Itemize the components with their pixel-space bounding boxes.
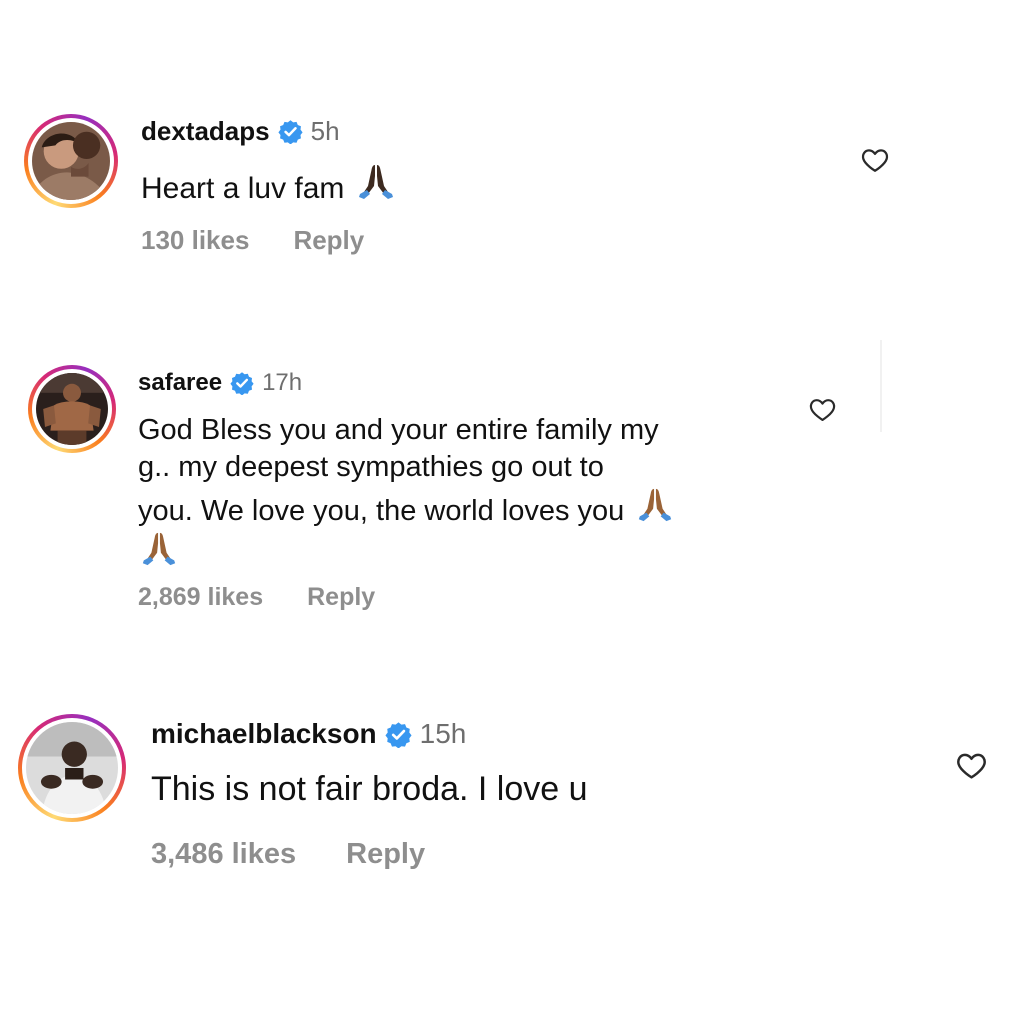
reply-button[interactable]: Reply	[307, 582, 375, 612]
avatar-photo	[32, 122, 110, 200]
comment-text: God Bless you and your entire family my …	[138, 412, 676, 574]
comment-text: Heart a luv fam	[141, 162, 398, 208]
comment-header: michaelblackson 15h	[151, 716, 466, 752]
heart-outline-icon[interactable]	[808, 395, 837, 424]
avatar[interactable]	[18, 714, 126, 822]
comment-meta: 130 likes Reply	[141, 224, 364, 256]
heart-outline-icon[interactable]	[860, 145, 890, 175]
comments-screenshot: dextadaps 5h Heart a luv fam 130 likes R…	[0, 0, 1024, 1024]
comment-header: dextadaps 5h	[141, 114, 340, 148]
avatar-photo	[36, 373, 108, 445]
comment-text-line: you. We love you, the world loves you	[138, 486, 676, 530]
avatar-photo	[26, 722, 118, 814]
comment-text-line: God Bless you and your entire family my	[138, 414, 659, 446]
verified-badge-icon	[278, 119, 303, 144]
comment-meta: 3,486 likes Reply	[151, 836, 425, 872]
verified-badge-icon	[230, 371, 254, 395]
comment-text-line: This is not fair broda. I love u	[151, 770, 588, 808]
comment-header: safaree 17h	[138, 368, 302, 398]
timestamp[interactable]: 17h	[262, 368, 302, 398]
comment-text-line	[138, 530, 676, 574]
verified-badge-icon	[385, 721, 412, 748]
heart-outline-icon[interactable]	[955, 749, 988, 782]
folded-hands-emoji-icon	[634, 486, 676, 524]
comment-text-line: Heart a luv fam	[141, 172, 345, 205]
likes-count[interactable]: 3,486 likes	[151, 836, 296, 872]
avatar[interactable]	[28, 365, 116, 453]
timestamp[interactable]: 15h	[420, 716, 467, 752]
username[interactable]: dextadaps	[141, 114, 270, 148]
folded-hands-emoji-icon	[138, 530, 180, 568]
reply-button[interactable]: Reply	[346, 836, 425, 872]
likes-count[interactable]: 2,869 likes	[138, 582, 263, 612]
divider	[880, 340, 882, 432]
likes-count[interactable]: 130 likes	[141, 224, 249, 256]
folded-hands-emoji-icon	[354, 162, 398, 202]
reply-button[interactable]: Reply	[293, 224, 364, 256]
avatar[interactable]	[24, 114, 118, 208]
comment-meta: 2,869 likes Reply	[138, 582, 375, 612]
timestamp[interactable]: 5h	[311, 114, 340, 148]
comment-text-line: g.. my deepest sympathies go out to	[138, 451, 604, 483]
comment-text: This is not fair broda. I love u	[151, 768, 588, 810]
username[interactable]: michaelblackson	[151, 716, 377, 752]
username[interactable]: safaree	[138, 368, 222, 398]
